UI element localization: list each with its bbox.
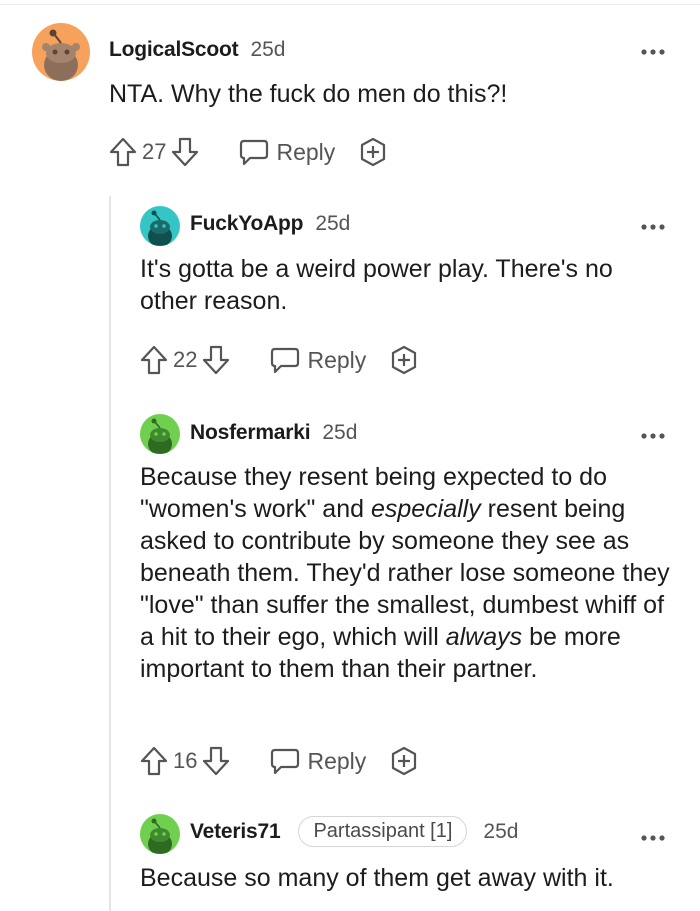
- downvote-arrow-icon[interactable]: [170, 136, 200, 168]
- comment-body: NTA. Why the fuck do men do this?!: [109, 80, 508, 108]
- reply-button[interactable]: Reply: [238, 137, 335, 167]
- more-options-icon[interactable]: [640, 217, 666, 231]
- emphasis-text: especially: [370, 495, 481, 523]
- comment-body: Because they resent being expected to do…: [140, 461, 680, 685]
- speech-bubble-icon: [269, 746, 301, 776]
- upvote-arrow-icon[interactable]: [139, 344, 169, 376]
- avatar[interactable]: [140, 814, 180, 854]
- emphasis-text: always: [445, 623, 523, 651]
- avatar[interactable]: [32, 23, 90, 81]
- comment-meta: Nosfermarki 25d: [190, 421, 357, 445]
- award-plus-icon[interactable]: [388, 745, 420, 777]
- username[interactable]: FuckYoApp: [190, 212, 304, 236]
- reply-label: Reply: [307, 747, 367, 774]
- comment-age: 25d: [315, 212, 351, 235]
- user-flair: Partassipant [1]: [298, 816, 468, 847]
- avatar[interactable]: [140, 414, 180, 454]
- speech-bubble-icon: [238, 137, 270, 167]
- award-plus-icon[interactable]: [388, 344, 420, 376]
- more-options-icon[interactable]: [640, 828, 666, 842]
- reply-label: Reply: [276, 138, 336, 165]
- reply-button[interactable]: Reply: [269, 345, 366, 375]
- avatar[interactable]: [140, 206, 180, 246]
- downvote-arrow-icon[interactable]: [201, 344, 231, 376]
- comment-actions: 22 Reply: [139, 340, 420, 380]
- upvote-arrow-icon[interactable]: [139, 745, 169, 777]
- more-options-icon[interactable]: [640, 426, 666, 440]
- award-plus-icon[interactable]: [357, 136, 389, 168]
- comment-actions: 27 Reply: [108, 132, 389, 172]
- speech-bubble-icon: [269, 345, 301, 375]
- comment-age: 25d: [322, 421, 358, 444]
- top-divider: [0, 4, 700, 5]
- comment-meta: LogicalScoot 25d: [109, 38, 286, 62]
- reply-button[interactable]: Reply: [269, 746, 366, 776]
- vote-count: 16: [173, 748, 198, 773]
- username[interactable]: Veteris71: [190, 820, 281, 844]
- upvote-arrow-icon[interactable]: [108, 136, 138, 168]
- thread-line[interactable]: [109, 196, 111, 911]
- snoo-avatar-icon: [140, 814, 180, 854]
- comment-meta: FuckYoApp 25d: [190, 212, 350, 236]
- comment-age: 25d: [250, 38, 286, 61]
- snoo-avatar-icon: [32, 23, 90, 81]
- snoo-avatar-icon: [140, 206, 180, 246]
- reply-label: Reply: [307, 346, 367, 373]
- comment-age: 25d: [483, 819, 519, 843]
- comment-body: It's gotta be a weird power play. There'…: [140, 255, 613, 315]
- username[interactable]: Nosfermarki: [190, 421, 311, 445]
- more-options-icon[interactable]: [640, 42, 666, 56]
- comment-actions: 16 Reply: [139, 741, 420, 781]
- vote-count: 27: [142, 139, 167, 164]
- username[interactable]: LogicalScoot: [109, 38, 239, 62]
- comment-body: Because so many of them get away with it…: [140, 864, 614, 892]
- comment-meta: Veteris71 Partassipant [1] 25d: [190, 816, 518, 847]
- vote-count: 22: [173, 347, 198, 372]
- snoo-avatar-icon: [140, 414, 180, 454]
- downvote-arrow-icon[interactable]: [201, 745, 231, 777]
